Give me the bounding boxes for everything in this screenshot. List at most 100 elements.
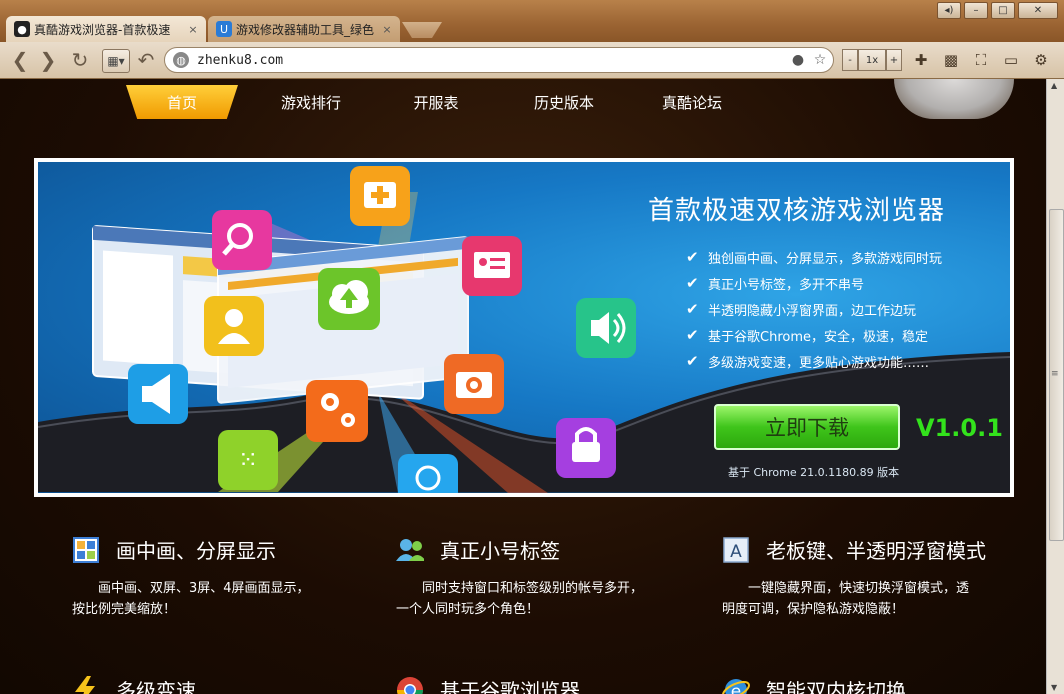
banner-feature: ✔ 独创画中画、分屏显示，多款游戏同时玩 <box>686 244 942 270</box>
version-label: V1.0.1 <box>916 414 1003 442</box>
tab-close-icon[interactable]: × <box>186 23 200 36</box>
feature-desc: 一键隐藏界面，快速切换浮窗模式，透明度可调，保护隐私游戏隐蔽！ <box>722 581 970 617</box>
grip-icon: ≡ <box>1051 369 1059 379</box>
megaphone-app-icon <box>128 364 188 424</box>
feature-chrome: 基于谷歌浏览器 <box>396 675 580 694</box>
star-icon[interactable]: ☆ <box>811 51 829 69</box>
tab-close-icon[interactable]: × <box>380 23 394 36</box>
settings-badge-icon[interactable]: ● <box>789 51 807 69</box>
speaker-app-icon <box>576 298 636 358</box>
zoom-out-button[interactable]: - <box>842 49 858 71</box>
toolbar-tools: ✚ ▩ ⛶ ▭ ⚙ <box>908 48 1054 72</box>
feature-title: 基于谷歌浏览器 <box>440 679 580 694</box>
chrome-version-note: 基于 Chrome 21.0.1180.89 版本 <box>728 466 900 479</box>
ninja-favicon-icon: ● <box>14 21 30 37</box>
fullscreen-icon[interactable]: ⛶ <box>968 48 994 72</box>
nav-server-list[interactable]: 开服表 <box>390 85 482 119</box>
lock-app-icon <box>556 418 616 478</box>
camera-app-icon <box>444 354 504 414</box>
svg-text:⁙: ⁙ <box>238 446 258 474</box>
scroll-up-icon[interactable]: ▲ <box>1051 81 1057 90</box>
feature-pip: 画中画、分屏显示 画中画、双屏、3屏、4屏画面显示，按比例完美缩放！ <box>72 535 322 620</box>
grid-view-button[interactable]: ▦▾ <box>102 49 130 73</box>
feature-title: 真正小号标签 <box>440 539 560 563</box>
banner-feature: ✔ 基于谷歌Chrome，安全，极速，稳定 <box>686 322 942 348</box>
window-controls: ◂) – □ ✕ <box>937 2 1058 19</box>
back-arrow-icon[interactable]: ❮ <box>8 48 32 72</box>
forward-arrow-icon[interactable]: ❯ <box>36 48 60 72</box>
checkmark-icon: ✔ <box>686 300 699 318</box>
feature-desc: 画中画、双屏、3屏、4屏画面显示，按比例完美缩放！ <box>72 581 310 617</box>
cloud-upload-app-icon <box>318 268 380 330</box>
checkmark-icon: ✔ <box>686 248 699 266</box>
banner-inner: ⁙ 首款极速双核游戏浏览器 ✔ 独创画中画、分屏显示，多款游戏同时玩 ✔ 真正小号标… <box>38 162 1010 493</box>
promo-banner: ⁙ 首款极速双核游戏浏览器 ✔ 独创画中画、分屏显示，多款游戏同时玩 ✔ 真正小号标… <box>34 158 1014 497</box>
zoom-in-button[interactable]: + <box>886 49 902 71</box>
gear-icon[interactable]: ⚙ <box>1028 48 1054 72</box>
checkmark-icon: ✔ <box>686 274 699 292</box>
tab-game-tools[interactable]: U 游戏修改器辅助工具_绿色 × <box>208 16 400 42</box>
feature-boss-key: A 老板键、半透明浮窗模式 一键隐藏界面，快速切换浮窗模式，透明度可调，保护隐私… <box>722 535 986 620</box>
download-button[interactable]: 立即下载 <box>714 404 900 450</box>
picture-in-picture-icon <box>72 536 100 564</box>
undo-icon[interactable]: ↶ <box>134 48 158 72</box>
svg-text:A: A <box>730 542 742 562</box>
u-favicon-icon: U <box>216 21 232 37</box>
alarm-clock-app-icon <box>398 454 458 493</box>
user-app-icon <box>204 296 264 356</box>
feature-title: 智能双内核切换 <box>766 679 906 694</box>
feature-title: 多级变速 <box>116 679 196 694</box>
feature-speed: 多级变速 <box>72 675 196 694</box>
checkmark-icon: ✔ <box>686 326 699 344</box>
first-aid-icon[interactable]: ✚ <box>908 48 934 72</box>
zoom-level[interactable]: 1x <box>858 49 886 71</box>
banner-feature-text: 真正小号标签，多开不串号 <box>708 277 865 293</box>
scroll-down-icon[interactable]: ▼ <box>1051 683 1057 692</box>
tab-title: 游戏修改器辅助工具_绿色 <box>236 22 375 37</box>
checkmark-icon: ✔ <box>686 352 699 370</box>
minimize-button[interactable]: – <box>964 2 988 19</box>
banner-feature-text: 独创画中画、分屏显示，多款游戏同时玩 <box>708 251 943 267</box>
first-aid-app-icon <box>350 166 410 226</box>
reload-icon[interactable]: ↻ <box>68 48 92 72</box>
users-icon <box>396 536 424 564</box>
site-nav: 首页 游戏排行 开服表 历史版本 真酷论坛 <box>34 79 1014 123</box>
monitor-icon[interactable]: ▭ <box>998 48 1024 72</box>
vertical-scrollbar[interactable]: ▲ ≡ ▼ <box>1046 79 1064 694</box>
new-tab-button[interactable] <box>402 22 442 38</box>
banner-feature-list: ✔ 独创画中画、分屏显示，多款游戏同时玩 ✔ 真正小号标签，多开不串号 ✔ 半透明隐藏… <box>686 244 942 374</box>
close-window-button[interactable]: ✕ <box>1018 2 1058 19</box>
search-app-icon <box>212 210 272 270</box>
browser-toolbar: ❮ ❯ ↻ ▦▾ ↶ ◍ ● ☆ - 1x + ✚ ▩ ⛶ ▭ ⚙ <box>0 42 1064 79</box>
lightning-icon <box>72 675 100 694</box>
feature-desc: 同时支持窗口和标签级别的帐号多开，一个人同时玩多个角色！ <box>396 581 644 617</box>
nav-forum[interactable]: 真酷论坛 <box>642 85 742 119</box>
maximize-button[interactable]: □ <box>991 2 1015 19</box>
nav-game-ranking[interactable]: 游戏排行 <box>256 85 366 119</box>
banner-title: 首款极速双核游戏浏览器 <box>648 196 946 226</box>
globe-icon: ◍ <box>173 52 189 68</box>
feature-dual-core: e 智能双内核切换 <box>722 675 906 694</box>
zoom-control: - 1x + <box>842 49 902 71</box>
feature-title: 老板键、半透明浮窗模式 <box>766 539 986 563</box>
grid-icon: ▦▾ <box>107 54 125 68</box>
browser-titlebar: ● 真酷游戏浏览器-首款极速 × U 游戏修改器辅助工具_绿色 × ◂) – □… <box>0 0 1064 42</box>
feature-title: 画中画、分屏显示 <box>116 539 276 563</box>
tab-zhenku[interactable]: ● 真酷游戏浏览器-首款极速 × <box>6 16 206 42</box>
banner-feature-text: 多级游戏变速，更多贴心游戏功能…… <box>708 355 930 371</box>
ie-icon: e <box>722 676 750 694</box>
pattern-icon[interactable]: ▩ <box>938 48 964 72</box>
banner-feature: ✔ 真正小号标签，多开不串号 <box>686 270 942 296</box>
banner-feature: ✔ 半透明隐藏小浮窗界面，边工作边玩 <box>686 296 942 322</box>
logo-decoration <box>894 79 1014 119</box>
nav-history-versions[interactable]: 历史版本 <box>514 85 614 119</box>
address-bar[interactable]: ◍ ● ☆ <box>164 47 834 73</box>
id-card-app-icon <box>462 236 522 296</box>
feature-multi-account: 真正小号标签 同时支持窗口和标签级别的帐号多开，一个人同时玩多个角色！ <box>396 535 646 620</box>
chrome-icon <box>396 676 424 694</box>
tab-title: 真酷游戏浏览器-首款极速 <box>34 22 171 37</box>
nav-home[interactable]: 首页 <box>126 85 238 119</box>
page-viewport: 首页 游戏排行 开服表 历史版本 真酷论坛 ⁙ 首款极速双核游戏浏览器 ✔ 独创… <box>0 79 1046 694</box>
url-input[interactable] <box>195 51 789 69</box>
speaker-icon[interactable]: ◂) <box>937 2 961 19</box>
